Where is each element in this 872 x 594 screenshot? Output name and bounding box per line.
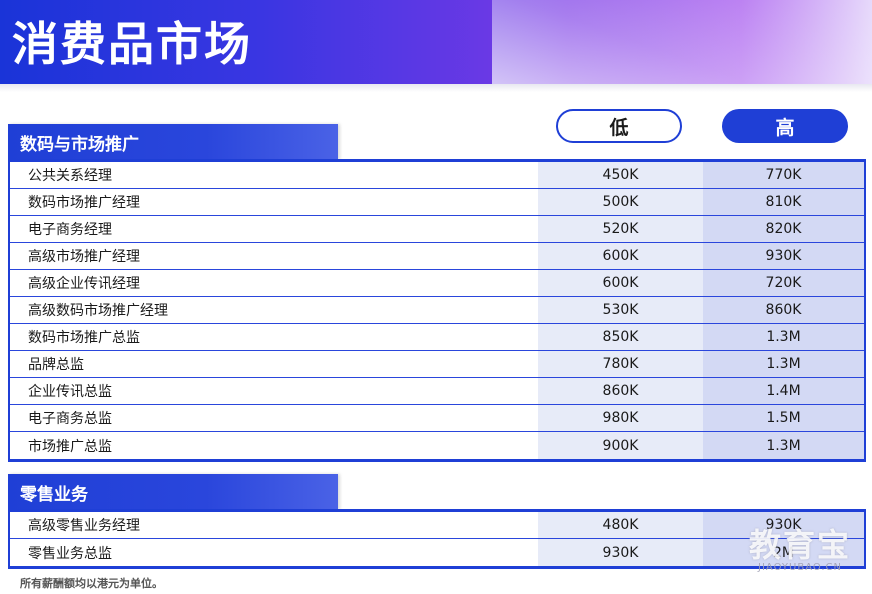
salary-high: 810K (703, 189, 864, 215)
job-title: 高级数码市场推广经理 (10, 297, 538, 323)
table-row: 电子商务经理 520K 820K (10, 216, 864, 243)
footnote: 所有薪酬额均以港元为单位。 (20, 577, 163, 590)
salary-low: 780K (538, 351, 703, 377)
salary-low: 520K (538, 216, 703, 242)
salary-low: 600K (538, 270, 703, 296)
column-header-low: 低 (556, 109, 682, 143)
salary-high: 770K (703, 162, 864, 188)
job-title: 公共关系经理 (10, 162, 538, 188)
page-title: 消费品市场 (12, 17, 252, 71)
column-header-high: 高 (722, 109, 848, 143)
salary-low: 900K (538, 432, 703, 459)
table-row: 市场推广总监 900K 1.3M (10, 432, 864, 459)
job-title: 电子商务经理 (10, 216, 538, 242)
salary-table-retail: 高级零售业务经理 480K 930K 零售业务总监 930K 2M (8, 512, 866, 569)
job-title: 企业传讯总监 (10, 378, 538, 404)
salary-high: 860K (703, 297, 864, 323)
section-title-retail: 零售业务 (8, 474, 338, 510)
job-title: 高级零售业务经理 (10, 512, 538, 538)
salary-high: 820K (703, 216, 864, 242)
table-row: 电子商务总监 980K 1.5M (10, 405, 864, 432)
salary-low: 450K (538, 162, 703, 188)
salary-low: 860K (538, 378, 703, 404)
salary-high: 1.3M (703, 324, 864, 350)
table-row: 品牌总监 780K 1.3M (10, 351, 864, 378)
job-title: 高级市场推广经理 (10, 243, 538, 269)
job-title: 电子商务总监 (10, 405, 538, 431)
table-row: 高级数码市场推广经理 530K 860K (10, 297, 864, 324)
salary-high: 1.3M (703, 432, 864, 459)
salary-low: 850K (538, 324, 703, 350)
table-row: 公共关系经理 450K 770K (10, 162, 864, 189)
job-title: 市场推广总监 (10, 432, 538, 459)
salary-low: 600K (538, 243, 703, 269)
table-row: 数码市场推广总监 850K 1.3M (10, 324, 864, 351)
table-row: 数码市场推广经理 500K 810K (10, 189, 864, 216)
job-title: 数码市场推广总监 (10, 324, 538, 350)
watermark-logo: 教育宝 JIAOYUBAO.CN (740, 520, 860, 578)
salary-low: 980K (538, 405, 703, 431)
table-row: 高级零售业务经理 480K 930K (10, 512, 864, 539)
banner-shadow (0, 84, 872, 92)
salary-high: 1.4M (703, 378, 864, 404)
table-row: 高级企业传讯经理 600K 720K (10, 270, 864, 297)
salary-high: 930K (703, 243, 864, 269)
table-row: 零售业务总监 930K 2M (10, 539, 864, 566)
job-title: 品牌总监 (10, 351, 538, 377)
salary-high: 1.3M (703, 351, 864, 377)
salary-table-digital-marketing: 公共关系经理 450K 770K 数码市场推广经理 500K 810K 电子商务… (8, 162, 866, 462)
table-row: 高级市场推广经理 600K 930K (10, 243, 864, 270)
job-title: 数码市场推广经理 (10, 189, 538, 215)
salary-low: 530K (538, 297, 703, 323)
job-title: 高级企业传讯经理 (10, 270, 538, 296)
header-banner: 消费品市场 (0, 0, 872, 84)
salary-low: 500K (538, 189, 703, 215)
salary-high: 1.5M (703, 405, 864, 431)
watermark-text: 教育宝 (748, 526, 851, 564)
table-row: 企业传讯总监 860K 1.4M (10, 378, 864, 405)
salary-low: 930K (538, 539, 703, 566)
job-title: 零售业务总监 (10, 539, 538, 566)
salary-high: 720K (703, 270, 864, 296)
section-title-digital-marketing: 数码与市场推广 (8, 124, 338, 160)
salary-low: 480K (538, 512, 703, 538)
